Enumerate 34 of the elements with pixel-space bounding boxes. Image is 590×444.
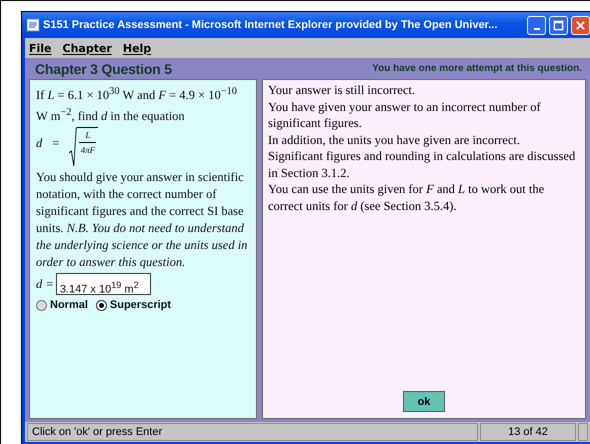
page-counter: 13 of 42 xyxy=(480,423,576,441)
feedback-text: Your answer is still incorrect. xyxy=(268,82,415,98)
feedback-text: Significant figures and rounding in calculations are discussed in Section 3.1.2. xyxy=(268,148,576,181)
fraction-denominator: 4πF xyxy=(80,144,96,158)
menu-item[interactable]: Chapter xyxy=(62,42,112,54)
radio-label: Normal xyxy=(50,299,88,312)
formula-variable: d xyxy=(36,135,42,152)
close-button[interactable] xyxy=(571,16,590,34)
status-message: Click on 'ok' or press Enter xyxy=(27,423,478,441)
radio-button[interactable] xyxy=(96,300,107,311)
radio-label: Superscript xyxy=(110,299,172,312)
minimize-icon xyxy=(534,28,540,30)
window-title: S151 Practice Assessment - Microsoft Internet Explorer provided by The Open Univer... xyxy=(43,19,498,31)
resize-grip[interactable] xyxy=(578,423,588,441)
equals-sign: = xyxy=(52,135,60,152)
maximize-icon xyxy=(553,20,564,30)
menu-item[interactable]: File xyxy=(29,42,52,54)
feedback-text: You can use the units given for F and L to work out the correct units for d (see Section 3.5.4). xyxy=(268,181,546,214)
attempts-note: You have one more attempt at this question. xyxy=(372,63,582,74)
menu-item[interactable]: Help xyxy=(122,42,152,54)
radio-button[interactable] xyxy=(36,300,47,311)
instructions-text: You should give your answer in scientific notation, with the correct number of significant figures and the correct SI base units. N.B. You do not need to understand the underlying science or the units used in order to answer this question. xyxy=(36,169,248,272)
answer-label: d = xyxy=(36,276,54,293)
ok-button[interactable]: ok xyxy=(403,391,445,412)
browser-icon xyxy=(26,18,40,32)
feedback-text: In addition, the units you have given are incorrect. xyxy=(268,132,520,148)
feedback-text: You have given your answer to an incorrect number of significant figures. xyxy=(268,98,542,132)
minimize-button[interactable] xyxy=(527,16,546,34)
fraction-numerator: L xyxy=(79,128,96,144)
close-icon xyxy=(575,20,586,30)
question-heading: Chapter 3 Question 5 xyxy=(35,60,172,76)
maximize-button[interactable] xyxy=(549,16,568,34)
question-text: If L = 6.1 × 10$^{30}$ W and F = 4.9 × 10$^{−10}$ W m$^{−2}$, find d in the equation xyxy=(36,85,238,126)
answer-field[interactable]: 3.147 x 10$^{19}$ m$^{2}$ xyxy=(56,273,151,296)
